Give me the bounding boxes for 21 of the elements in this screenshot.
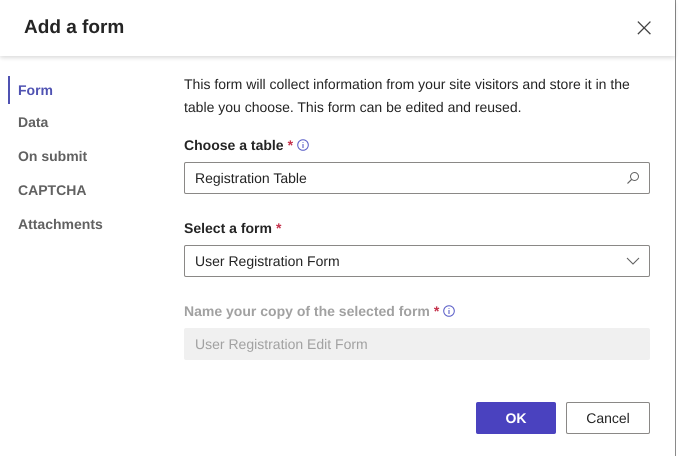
field-label: Select a form: [184, 220, 272, 236]
input-field[interactable]: Registration Table: [184, 162, 650, 194]
nav-tab[interactable]: CAPTCHA: [8, 178, 168, 202]
required-mark: *: [288, 137, 294, 153]
description-text: This form will collect information from your site visitors and store it in the table you choose. This form can be edited and reused.: [184, 75, 631, 117]
required-mark: *: [434, 303, 440, 319]
ok-button[interactable]: OK: [476, 402, 556, 434]
field-label: Name your copy of the selected form: [184, 303, 430, 319]
required-mark: *: [276, 220, 282, 236]
cancel-button[interactable]: Cancel: [566, 402, 650, 434]
nav-tab[interactable]: Data: [8, 110, 168, 134]
nav-tab[interactable]: Form: [8, 76, 168, 104]
close-button[interactable]: ×: [629, 15, 659, 41]
dropdown-field[interactable]: User Registration Form: [184, 245, 650, 277]
dialog-title: Add a form: [24, 17, 124, 39]
info-icon[interactable]: [297, 139, 310, 151]
nav-tab[interactable]: On submit: [8, 144, 168, 168]
field-label: Choose a table: [184, 137, 284, 153]
nav-tab[interactable]: Attachments: [8, 212, 168, 236]
chevron-down-icon: [626, 257, 640, 265]
search-icon: [626, 171, 640, 185]
